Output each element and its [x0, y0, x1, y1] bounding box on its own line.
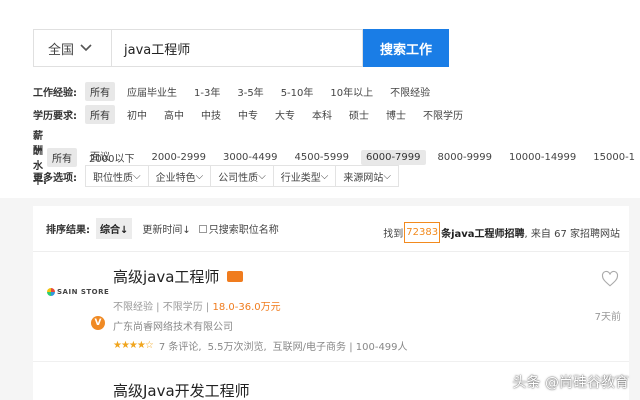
search-button[interactable]: 搜索工作: [363, 29, 449, 67]
posted-time: 7天前: [594, 312, 621, 323]
filter-option[interactable]: 所有: [47, 147, 77, 167]
filter-option[interactable]: 6000-7999: [361, 149, 426, 165]
company-logo: SAIN STORE: [47, 288, 109, 296]
more-dropdowns: 职位性质 ⌵ 企业特色 ⌵ 公司性质 ⌵ 行业类型 ⌵ 来源网站 ⌵: [85, 165, 399, 187]
filter-more: 更多选项: 职位性质 ⌵ 企业特色 ⌵ 公司性质 ⌵ 行业类型 ⌵ 来源网站 ⌵: [33, 165, 399, 187]
filter-option[interactable]: 面议: [85, 146, 115, 165]
result-count: 72383: [404, 222, 441, 243]
tag-icon: [227, 271, 244, 282]
results-panel: 排序结果: 综合↓ 更新时间↓ 只搜索职位名称 找到 72383 条java工程…: [0, 198, 640, 400]
search-bar: 全国 java工程师 搜索工作: [33, 29, 449, 67]
filter-option[interactable]: 初中: [122, 105, 152, 124]
sort-bar: 排序结果: 综合↓ 更新时间↓ 只搜索职位名称 找到 72383 条java工程…: [33, 206, 629, 252]
filter-option[interactable]: 3000-4499: [218, 150, 283, 165]
results-card: 排序结果: 综合↓ 更新时间↓ 只搜索职位名称 找到 72383 条java工程…: [33, 206, 629, 400]
checkbox-label: 只搜索职位名称: [208, 225, 279, 236]
sort-option-update-time[interactable]: 更新时间↓: [138, 218, 194, 239]
filter-label: 学历要求:: [33, 111, 77, 122]
watermark: 头条 @尚硅谷教育: [512, 375, 629, 391]
filter-option[interactable]: 硕士: [344, 105, 374, 124]
dropdown-company-type[interactable]: 公司性质 ⌵: [211, 166, 274, 186]
filter-option[interactable]: 不限经验: [385, 82, 435, 101]
filter-option[interactable]: 应届毕业生: [122, 82, 182, 101]
filter-option[interactable]: 2000-2999: [146, 150, 211, 165]
city-select[interactable]: 全国: [33, 29, 111, 67]
filter-label: 工作经验:: [33, 88, 77, 99]
filter-option[interactable]: 1-3年: [189, 82, 225, 101]
sort-label: 排序结果:: [46, 225, 90, 236]
filter-option[interactable]: 中技: [196, 105, 226, 124]
company-name[interactable]: 广东尚睿网络技术有限公司: [113, 318, 233, 333]
rating-stars-icon: ★★★★☆: [113, 340, 154, 351]
summary-suffix: , 来自 67 家招聘网站: [524, 229, 620, 240]
filter-education: 学历要求: 所有 初中 高中 中技 中专 大专 本科 硕士 博士 不限学历: [33, 105, 475, 124]
job-salary: 18.0-36.0万元: [212, 302, 281, 313]
favorite-heart-icon[interactable]: [601, 270, 619, 288]
summary-middle: 条java工程师招聘: [441, 229, 525, 240]
filter-option[interactable]: 高中: [159, 105, 189, 124]
filter-option[interactable]: 3-5年: [232, 82, 268, 101]
sort-option-overall[interactable]: 综合↓: [96, 218, 133, 239]
filter-option[interactable]: 所有: [85, 82, 115, 101]
job-meta: 不限经验 | 不限学历 | 18.0-36.0万元: [113, 302, 281, 313]
filter-option[interactable]: 4500-5999: [289, 150, 354, 165]
filter-option[interactable]: 10000-14999: [504, 150, 581, 165]
filter-option[interactable]: 所有: [85, 105, 115, 124]
job-title[interactable]: 高级java工程师: [113, 266, 244, 287]
dropdown-company-feature[interactable]: 企业特色 ⌵: [149, 166, 212, 186]
city-value: 全国: [48, 42, 75, 58]
logo-icon: [47, 288, 55, 296]
title-only-checkbox[interactable]: 只搜索职位名称: [198, 221, 279, 236]
verified-badge: V: [91, 316, 105, 330]
summary-prefix: 找到: [383, 229, 404, 240]
filter-option[interactable]: 8000-9999: [433, 150, 498, 165]
filter-option[interactable]: 大专: [270, 105, 300, 124]
dropdown-source-site[interactable]: 来源网站 ⌵: [336, 166, 398, 186]
keyword-input[interactable]: java工程师: [111, 29, 363, 67]
filter-option[interactable]: 15000-1: [588, 150, 640, 165]
dropdown-job-type[interactable]: 职位性质 ⌵: [86, 166, 149, 186]
filter-label: 更多选项:: [33, 172, 77, 184]
dropdown-industry[interactable]: 行业类型 ⌵: [274, 166, 337, 186]
filter-option[interactable]: 博士: [381, 105, 411, 124]
filter-experience: 工作经验: 所有 应届毕业生 1-3年 3-5年 5-10年 10年以上 不限经…: [33, 82, 442, 101]
job-title-2[interactable]: 高级Java开发工程师: [113, 380, 250, 400]
job-listing[interactable]: SAIN STORE V 高级java工程师 不限经验 | 不限学历 | 18.…: [33, 252, 629, 362]
result-summary: 找到 72383 条java工程师招聘 , 来自 67 家招聘网站: [383, 222, 620, 243]
job-stats: ★★★★☆ 7 条评论, 5.5万次浏览, 互联网/电子商务 | 100-499…: [113, 340, 408, 353]
filter-salary-overflow: 面议: [85, 146, 122, 165]
filter-option[interactable]: 不限学历: [418, 105, 468, 124]
checkbox-icon: [198, 224, 207, 233]
filter-option[interactable]: 中专: [233, 105, 263, 124]
filter-option[interactable]: 5-10年: [276, 82, 319, 101]
filter-option[interactable]: 本科: [307, 105, 337, 124]
filter-option[interactable]: 10年以上: [325, 82, 378, 101]
chevron-down-icon: [80, 44, 92, 52]
